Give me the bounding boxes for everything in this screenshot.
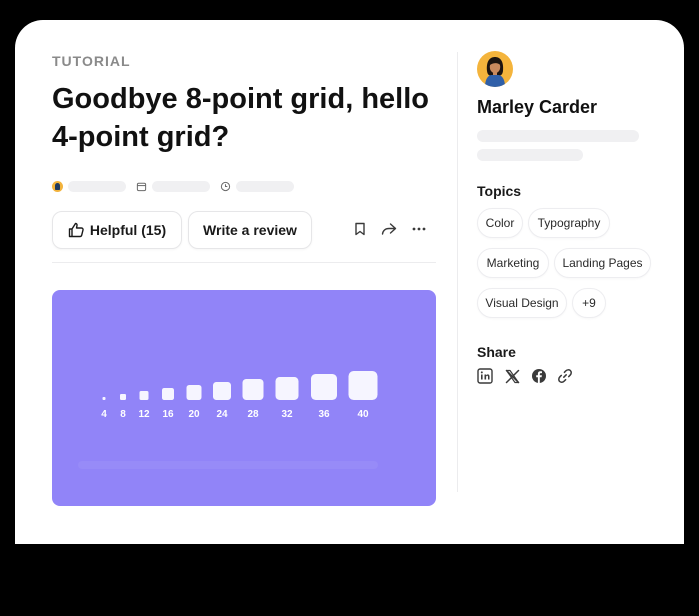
topic-chip-label: Visual Design — [485, 296, 559, 310]
article-actions: Helpful (15) Write a review — [52, 211, 436, 249]
author-mini-avatar — [52, 180, 63, 192]
grid-square — [242, 379, 264, 400]
grid-size-label: 16 — [162, 409, 174, 420]
meta-date-placeholder — [152, 180, 210, 192]
bookmark-icon — [355, 222, 365, 236]
share-heading: Share — [477, 344, 516, 360]
topic-chip-label: Landing Pages — [562, 256, 643, 270]
grid-size-label: 8 — [120, 409, 126, 420]
grid-square — [213, 382, 231, 400]
author-avatar[interactable] — [477, 51, 513, 87]
topic-chip-label: Color — [485, 216, 515, 230]
grid-size-illustration: 4 8 12 16 20 24 28 32 36 40 — [101, 371, 378, 420]
calendar-icon — [136, 182, 147, 191]
topic-chip[interactable]: Visual Design — [477, 288, 567, 318]
share-button[interactable] — [380, 220, 398, 238]
more-topics-label: +9 — [582, 296, 596, 310]
clock-icon — [220, 181, 231, 191]
article-title: Goodbye 8-point grid, hello 4-point grid… — [52, 83, 429, 153]
hero-faint-overlay — [78, 461, 378, 469]
grid-square — [275, 377, 299, 400]
grid-square — [139, 391, 149, 400]
grid-size-label: 28 — [247, 409, 259, 420]
more-topics-chip[interactable]: +9 — [572, 288, 606, 318]
topic-chip-label: Typography — [537, 216, 601, 230]
topics-heading: Topics — [477, 183, 522, 199]
article-card: TUTORIAL Goodbye 8-point grid, hello 4-p… — [15, 20, 684, 544]
grid-size-label: 4 — [101, 409, 107, 420]
topic-chip[interactable]: Typography — [528, 208, 610, 238]
x-icon — [505, 369, 519, 383]
more-icon — [412, 227, 426, 231]
share-copy-link[interactable] — [557, 368, 573, 384]
article-hero-image: 4 8 12 16 20 24 28 32 36 40 — [52, 290, 436, 506]
sidebar-divider — [457, 52, 458, 492]
linkedin-icon — [477, 368, 493, 384]
grid-size-label: 36 — [318, 409, 330, 420]
share-arrow-icon — [381, 223, 397, 235]
meta-author-placeholder — [68, 180, 126, 192]
topic-chip[interactable]: Color — [477, 208, 523, 238]
actions-divider — [52, 262, 436, 263]
more-options-button[interactable] — [410, 220, 428, 238]
topic-chip[interactable]: Landing Pages — [554, 248, 651, 278]
bookmark-button[interactable] — [351, 220, 369, 238]
grid-square — [311, 374, 337, 400]
helpful-button-label: Helpful (15) — [89, 222, 167, 238]
article-category: TUTORIAL — [52, 53, 131, 69]
helpful-button[interactable]: Helpful (15) — [52, 211, 182, 249]
grid-size-label: 12 — [138, 409, 150, 420]
author-bio-placeholder — [477, 130, 639, 142]
write-review-button-label: Write a review — [203, 222, 297, 238]
grid-square — [348, 371, 378, 400]
grid-size-label: 20 — [188, 409, 200, 420]
screen: TUTORIAL Goodbye 8-point grid, hello 4-p… — [0, 0, 699, 616]
topic-chip[interactable]: Marketing — [477, 248, 549, 278]
meta-readtime-placeholder — [236, 180, 294, 192]
grid-size-label: 32 — [281, 409, 293, 420]
author-portrait — [477, 51, 513, 87]
facebook-icon — [532, 369, 546, 383]
grid-square — [186, 385, 202, 400]
share-x[interactable] — [504, 368, 520, 384]
write-review-button[interactable]: Write a review — [188, 211, 312, 249]
topic-chip-label: Marketing — [486, 256, 540, 270]
grid-square — [102, 397, 106, 400]
grid-square — [120, 394, 126, 400]
grid-size-label: 24 — [216, 409, 228, 420]
share-facebook[interactable] — [531, 368, 547, 384]
thumbs-up-icon — [68, 222, 84, 238]
author-bio-placeholder — [477, 149, 583, 161]
grid-square — [162, 388, 174, 400]
article-meta — [52, 179, 294, 193]
link-icon — [558, 369, 572, 383]
author-name[interactable]: Marley Carder — [477, 97, 597, 118]
share-linkedin[interactable] — [477, 368, 493, 384]
grid-size-label: 40 — [357, 409, 369, 420]
